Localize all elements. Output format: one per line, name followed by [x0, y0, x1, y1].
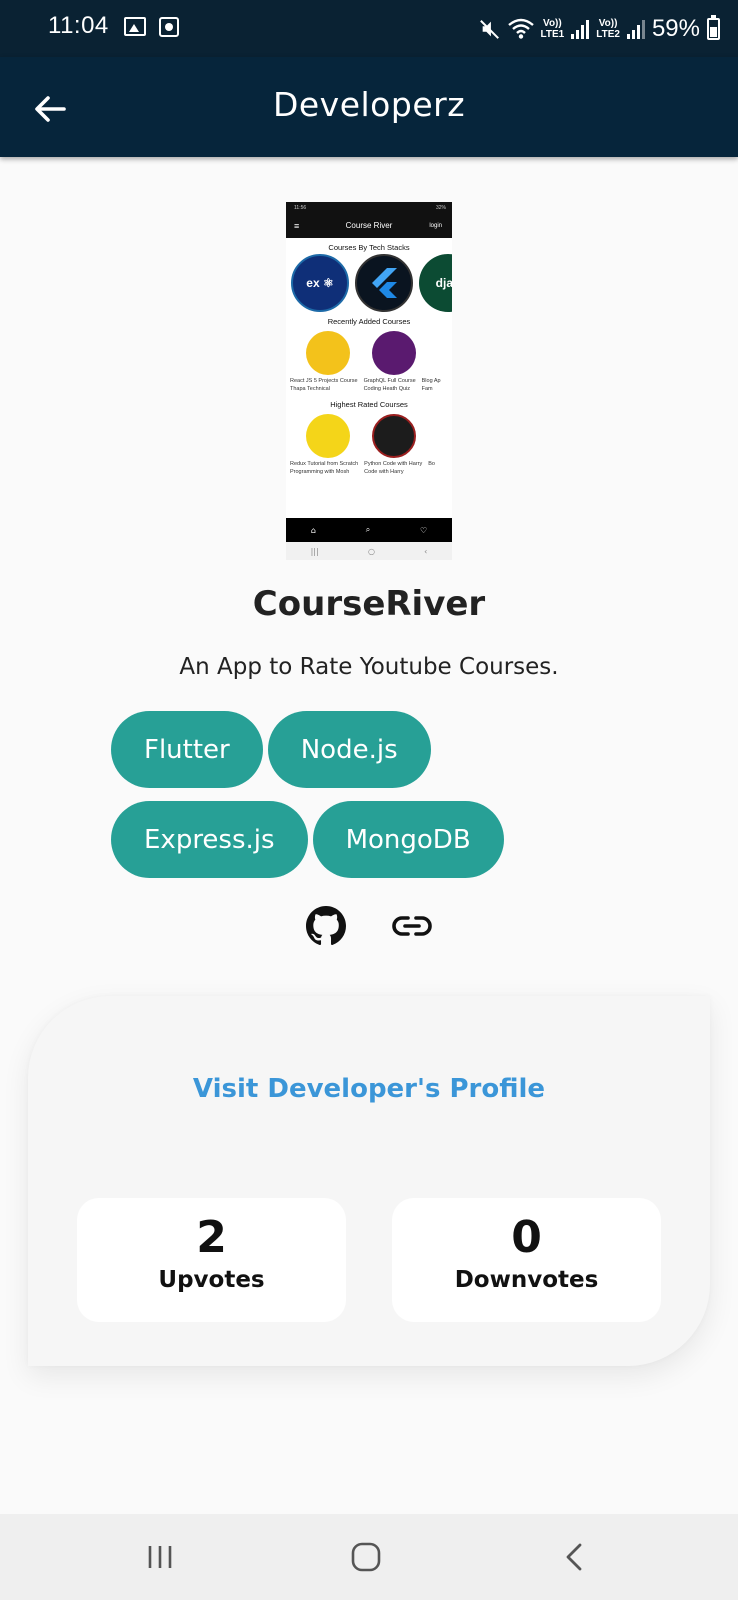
preview-tech-row: ex ⚛ djan: [286, 254, 452, 312]
preview-heart-icon: ♡: [419, 525, 428, 535]
upvotes-count: 2: [196, 1212, 227, 1263]
preview-app-bar: ≡ Course River login: [286, 214, 452, 238]
preview-system-nav: ||| ○ ‹: [286, 542, 452, 560]
preview-home-icon: ⌂: [310, 525, 316, 535]
preview-caption: Programming with Mosh: [290, 469, 350, 475]
project-links: [306, 906, 432, 946]
preview-caption: Blog Ap: [421, 378, 441, 384]
preview-recent-captions: React JS 5 Projects Course Thapa Technic…: [286, 377, 452, 395]
link-icon: [392, 916, 432, 936]
upvotes-label: Upvotes: [158, 1267, 265, 1293]
preview-caption: Coding Heath Quiz: [363, 386, 411, 392]
github-icon: [306, 906, 346, 946]
preview-rated-row: [286, 414, 452, 458]
preview-flutter-icon: [372, 268, 397, 298]
battery-percent: 59%: [651, 15, 700, 42]
system-navigation-bar: [0, 1514, 738, 1600]
status-bar: 11:04 Vo)) LTE1 Vo)) LTE2 59%: [0, 0, 738, 57]
chip-expressjs[interactable]: Express.js: [111, 801, 308, 878]
preview-caption: Redux Tutorial from Scratch: [290, 461, 359, 467]
preview-django-logo: djan: [419, 254, 452, 312]
preview-caption: React JS 5 Projects Course: [290, 378, 358, 384]
github-button[interactable]: [306, 906, 346, 946]
preview-section-recent: Recently Added Courses: [327, 317, 411, 326]
upvotes-box[interactable]: 2 Upvotes: [77, 1198, 346, 1322]
wifi-icon: [507, 18, 534, 39]
preview-section-tech: Courses By Tech Stacks: [328, 243, 410, 252]
preview-tech-3: djan: [435, 276, 452, 290]
project-screenshot[interactable]: 11:56 32% ≡ Course River login Courses B…: [286, 202, 452, 560]
back-chevron-icon: [566, 1543, 582, 1571]
status-icons: Vo)) LTE1 Vo)) LTE2 59%: [479, 12, 720, 46]
preview-rated-thumb-1: [306, 414, 350, 458]
preview-caption: GraphQL Full Course: [363, 378, 416, 384]
preview-bottom-nav: ⌂ ⌕ ♡: [286, 518, 452, 542]
mute-icon: [479, 20, 499, 39]
preview-recent-row: [286, 331, 452, 375]
preview-react-logo: ex ⚛: [291, 254, 349, 312]
preview-flutter-logo: [355, 254, 413, 312]
preview-home-circle-icon: ○: [367, 546, 375, 556]
lte2-indicator: Vo)) LTE2: [596, 18, 620, 40]
preview-status-battery: 32%: [435, 205, 446, 211]
chip-mongodb[interactable]: MongoDB: [312, 801, 504, 878]
lte1-indicator: Vo)) LTE1: [540, 18, 565, 40]
preview-login: login: [429, 223, 442, 229]
preview-back-icon: ‹: [424, 546, 428, 556]
preview-recent-thumb-1: [306, 331, 350, 375]
preview-caption: Bo: [428, 461, 435, 467]
signal2-icon: [626, 19, 645, 39]
preview-app-title: Course River: [345, 221, 393, 230]
preview-section-rated: Highest Rated Courses: [330, 400, 408, 409]
preview-caption: Thapa Technical: [290, 386, 330, 392]
screen-recorder-notification-icon: [159, 17, 179, 37]
preview-rated-thumb-2: [372, 414, 416, 458]
battery-icon: [707, 15, 720, 40]
preview-search-icon: ⌕: [365, 525, 371, 534]
project-description: An App to Rate Youtube Courses.: [179, 654, 559, 680]
app-bar-title: Developerz: [272, 85, 466, 124]
app-bar: Developerz: [0, 57, 738, 157]
preview-caption: Fam: [421, 386, 433, 392]
downvotes-label: Downvotes: [454, 1267, 599, 1293]
developer-card: Visit Developer's Profile 2 Upvotes 0 Do…: [28, 996, 710, 1366]
preview-rated-captions: Redux Tutorial from Scratch Programming …: [286, 460, 452, 478]
gallery-notification-icon: [124, 17, 146, 36]
status-time: 11:04: [48, 12, 109, 39]
project-name: CourseRiver: [252, 584, 486, 624]
home-icon: [351, 1542, 381, 1572]
recent-apps-button[interactable]: [130, 1534, 190, 1580]
preview-caption: Python Code with Harry: [364, 461, 423, 467]
chip-flutter[interactable]: Flutter: [111, 711, 263, 788]
preview-tech-1: ex: [306, 276, 320, 290]
preview-caption: Code with Harry: [364, 469, 404, 475]
project-link-button[interactable]: [392, 906, 432, 946]
recent-apps-icon: [148, 1546, 172, 1568]
chip-nodejs[interactable]: Node.js: [267, 711, 431, 788]
tech-stack-chips: Flutter Node.js Express.js MongoDB: [111, 711, 631, 878]
visit-developer-profile-link[interactable]: Visit Developer's Profile: [28, 1074, 710, 1104]
preview-recent-thumb-2: [372, 331, 416, 375]
system-back-button[interactable]: [544, 1534, 604, 1580]
downvotes-count: 0: [511, 1212, 542, 1263]
preview-status-bar: 11:56 32%: [286, 202, 452, 214]
home-button[interactable]: [336, 1534, 396, 1580]
preview-status-time: 11:56: [294, 205, 307, 211]
preview-recents-icon: |||: [310, 546, 319, 556]
signal1-icon: [571, 19, 590, 39]
downvotes-box[interactable]: 0 Downvotes: [392, 1198, 661, 1322]
